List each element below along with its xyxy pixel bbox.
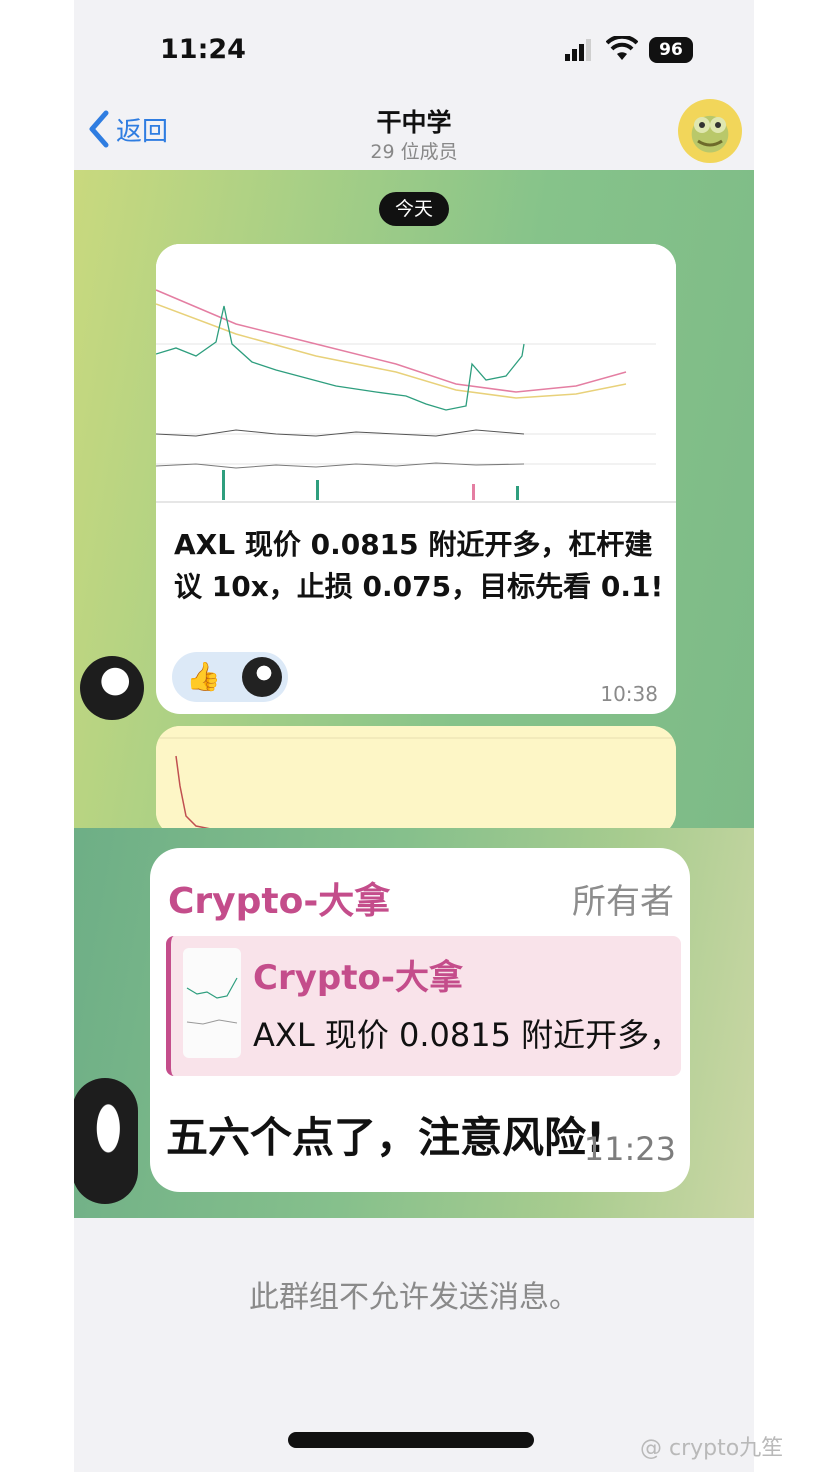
chat-area[interactable]: 今天 AXL 现价 0.0815 附近开多，杠杆建议 10x，止损 0.075，… <box>74 170 754 828</box>
image-message-bubble[interactable] <box>156 726 676 828</box>
thumbs-up-icon: 👍 <box>186 660 221 693</box>
send-disabled-note: 此群组不允许发送消息。 <box>249 1280 579 1315</box>
watermark: @ crypto九笙 <box>640 1436 784 1461</box>
battery-indicator: 96 <box>649 37 693 63</box>
reply-preview[interactable]: Crypto-大拿 AXL 现价 0.0815 附近开多，杠杆... <box>166 936 681 1076</box>
chart-image[interactable] <box>156 726 676 828</box>
sender-name[interactable]: Crypto-大拿 <box>168 872 390 924</box>
reactor-avatar <box>242 657 282 697</box>
group-title: 干中学 <box>376 108 452 137</box>
message-time: 11:23 <box>583 1130 676 1168</box>
zoomed-chat-area[interactable]: Crypto-大拿 所有者 Crypto-大拿 AXL 现价 0.0815 附近… <box>74 828 754 1218</box>
member-count: 29 位成员 <box>370 141 458 163</box>
message-text: 五六个点了，注意风险! <box>166 1113 606 1162</box>
sender-role-badge: 所有者 <box>572 882 674 922</box>
reply-thumbnail <box>183 948 241 1058</box>
chart-thumbnail-icon <box>186 977 238 1025</box>
date-separator: 今天 <box>379 192 449 226</box>
group-avatar[interactable] <box>678 99 742 163</box>
cellular-signal-icon <box>565 39 591 61</box>
chat-header: 返回 干中学 29 位成员 <box>74 95 754 170</box>
status-time: 11:24 <box>160 34 246 65</box>
message-time: 10:38 <box>600 682 658 706</box>
home-indicator[interactable] <box>288 1432 534 1448</box>
sender-avatar[interactable] <box>80 656 144 720</box>
phone-screen: 11:24 96 返回 干中学 29 位成员 今天 AXL 现价 0.0815 … <box>74 0 754 1472</box>
message-bubble[interactable]: Crypto-大拿 所有者 Crypto-大拿 AXL 现价 0.0815 附近… <box>150 848 690 1192</box>
reply-sender: Crypto-大拿 <box>253 958 463 998</box>
reaction-chip[interactable]: 👍 <box>172 652 288 702</box>
sender-avatar[interactable] <box>74 1078 138 1204</box>
chart-image[interactable] <box>156 244 676 514</box>
frog-icon <box>694 117 726 147</box>
wifi-icon <box>606 36 638 60</box>
message-bubble[interactable]: AXL 现价 0.0815 附近开多，杠杆建议 10x，止损 0.075，目标先… <box>156 244 676 714</box>
message-text: AXL 现价 0.0815 附近开多，杠杆建议 10x，止损 0.075，目标先… <box>174 528 664 603</box>
reply-text: AXL 现价 0.0815 附近开多，杠杆... <box>253 1016 673 1054</box>
status-bar: 11:24 96 <box>74 0 754 100</box>
